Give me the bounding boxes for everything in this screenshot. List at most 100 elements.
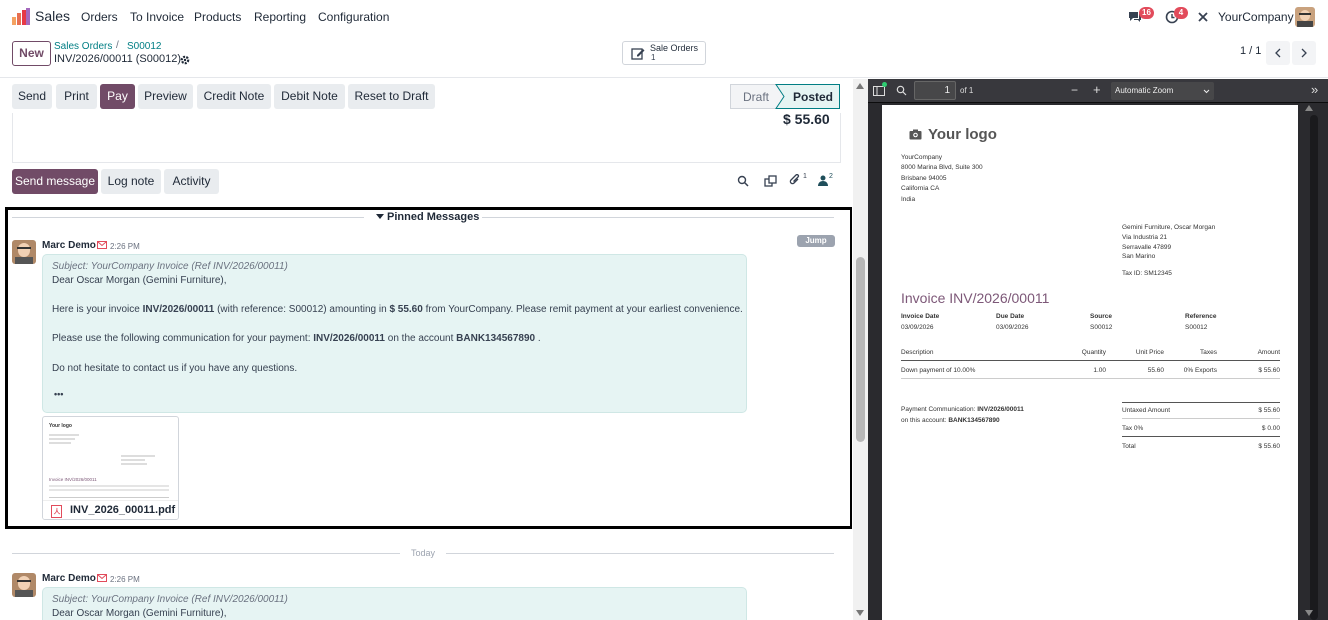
menu-reporting[interactable]: Reporting [254, 10, 306, 24]
pdf-scroll-up-arrow[interactable] [1305, 105, 1313, 111]
customer-tax-id: Tax ID: SM12345 [1122, 270, 1172, 277]
info-label: Due Date [996, 313, 1025, 320]
breadcrumb-sales-orders[interactable]: Sales Orders [54, 41, 112, 52]
company-line: California CA [901, 185, 940, 192]
untaxed-label: Untaxed Amount [1122, 407, 1171, 414]
pager-previous[interactable] [1266, 41, 1290, 65]
message-author[interactable]: Marc Demo [42, 573, 96, 584]
pager-next[interactable] [1292, 41, 1316, 65]
sales-app-icon[interactable] [12, 8, 30, 25]
totals-rule [1122, 436, 1280, 437]
zoom-select[interactable]: Automatic Zoom [1111, 82, 1214, 100]
breadcrumb-s00012[interactable]: S00012 [127, 41, 161, 52]
app-name[interactable]: Sales [35, 8, 70, 24]
smart-button-label: Sale Orders [650, 43, 699, 53]
user-avatar[interactable] [1295, 7, 1315, 27]
customer-line: Serravalle 47899 [1122, 244, 1172, 251]
date-separator-today: Today [411, 548, 436, 558]
search-icon[interactable] [896, 85, 907, 96]
camera-icon [909, 129, 922, 140]
send-button[interactable]: Send [12, 84, 52, 109]
pinned-messages-title[interactable]: Pinned Messages [387, 211, 479, 223]
pdf-viewer: 1 of 1 − + Automatic Zoom » Your logo Yo… [868, 79, 1328, 620]
envelope-icon [97, 241, 107, 249]
attachment-card[interactable]: Your logo Invoice INV/2026/00011 INV_202… [42, 416, 179, 520]
pager-value[interactable]: 1 / 1 [1240, 45, 1261, 57]
sidebar-notification-dot [882, 82, 887, 87]
scroll-up-arrow[interactable] [856, 83, 864, 89]
form-sheet: $ 55.60 [12, 111, 841, 163]
search-icon[interactable] [737, 175, 749, 187]
table-header: Amount [1257, 349, 1280, 356]
untaxed-value: $ 55.60 [1258, 407, 1280, 414]
message-body: Subject: YourCompany Invoice (Ref INV/20… [42, 587, 747, 620]
thumb-logo: Your logo [49, 423, 72, 429]
divider [446, 553, 834, 554]
author-avatar[interactable] [12, 573, 36, 597]
caret-down-icon[interactable] [376, 214, 384, 220]
thumb-line [49, 438, 75, 440]
zoom-out-icon[interactable]: − [1071, 83, 1078, 97]
gear-icon[interactable] [180, 55, 190, 65]
company-line: 8000 Marina Blvd, Suite 300 [901, 164, 983, 171]
zoom-in-icon[interactable]: + [1093, 82, 1101, 97]
print-button[interactable]: Print [56, 84, 97, 109]
new-button[interactable]: New [12, 41, 51, 66]
expand-message-button[interactable]: ••• [54, 389, 63, 399]
chevron-right-icon [1301, 48, 1307, 58]
pdf-scroll-track[interactable] [1310, 115, 1318, 620]
pdf-scrollbar[interactable] [1301, 105, 1328, 620]
page-number-input[interactable]: 1 [914, 81, 956, 100]
tools-menu-icon[interactable]: » [1311, 82, 1318, 97]
table-header-rule [901, 360, 1280, 361]
line-quantity: 1.00 [1093, 367, 1106, 374]
menu-to-invoice[interactable]: To Invoice [130, 10, 184, 24]
totals-rule [1122, 402, 1280, 403]
menu-orders[interactable]: Orders [81, 10, 118, 24]
jump-button[interactable]: Jump [797, 235, 835, 247]
author-avatar[interactable] [12, 240, 36, 264]
expand-icon[interactable] [764, 175, 777, 187]
credit-note-button[interactable]: Credit Note [197, 84, 271, 109]
status-draft[interactable]: Draft [743, 90, 769, 104]
reset-to-draft-button[interactable]: Reset to Draft [348, 84, 435, 109]
pdf-scroll-down-arrow[interactable] [1305, 610, 1313, 616]
message-line-3: Do not hesitate to contact us if you hav… [52, 363, 298, 374]
company-line: YourCompany [901, 154, 942, 161]
menu-configuration[interactable]: Configuration [318, 10, 389, 24]
scroll-down-arrow[interactable] [856, 610, 864, 616]
message-time: 2:26 PM [110, 575, 140, 584]
info-label: Reference [1185, 313, 1217, 320]
activity-button[interactable]: Activity [164, 169, 219, 194]
company-line: India [901, 196, 916, 203]
scroll-thumb[interactable] [856, 257, 865, 442]
message-line-1: Here is your invoice INV/2026/00011 (wit… [52, 304, 743, 315]
followers-icon[interactable] [818, 175, 828, 186]
send-message-button[interactable]: Send message [12, 169, 98, 194]
attachment-name[interactable]: INV_2026_00011.pdf [70, 504, 175, 516]
tools-icon[interactable] [1197, 11, 1209, 23]
paperclip-icon[interactable] [789, 174, 801, 187]
preview-button[interactable]: Preview [138, 84, 193, 109]
company-line: Brisbane 94005 [901, 175, 947, 182]
message-greeting: Dear Oscar Morgan (Gemini Furniture), [52, 275, 227, 286]
line-description: Down payment of 10.00% [901, 367, 976, 374]
scrollbar[interactable] [853, 79, 868, 620]
company-switcher[interactable]: YourCompany [1218, 10, 1294, 24]
activities-badge: 4 [1174, 7, 1188, 19]
pay-button[interactable]: Pay [100, 84, 135, 109]
sale-orders-smart-button[interactable]: Sale Orders 1 [622, 41, 706, 65]
chevron-down-icon [1203, 89, 1210, 94]
debit-note-button[interactable]: Debit Note [274, 84, 345, 109]
message-line-2: Please use the following communication f… [52, 333, 541, 344]
thumb-line [49, 434, 79, 436]
log-note-button[interactable]: Log note [101, 169, 161, 194]
menu-products[interactable]: Products [194, 10, 241, 24]
envelope-icon [97, 574, 107, 582]
page-number-value: 1 [944, 85, 950, 96]
message-author[interactable]: Marc Demo [42, 240, 96, 251]
chevron-left-icon [1275, 48, 1281, 58]
divider [12, 217, 364, 218]
customer-line: San Marino [1122, 253, 1156, 260]
table-header: Description [901, 349, 934, 356]
